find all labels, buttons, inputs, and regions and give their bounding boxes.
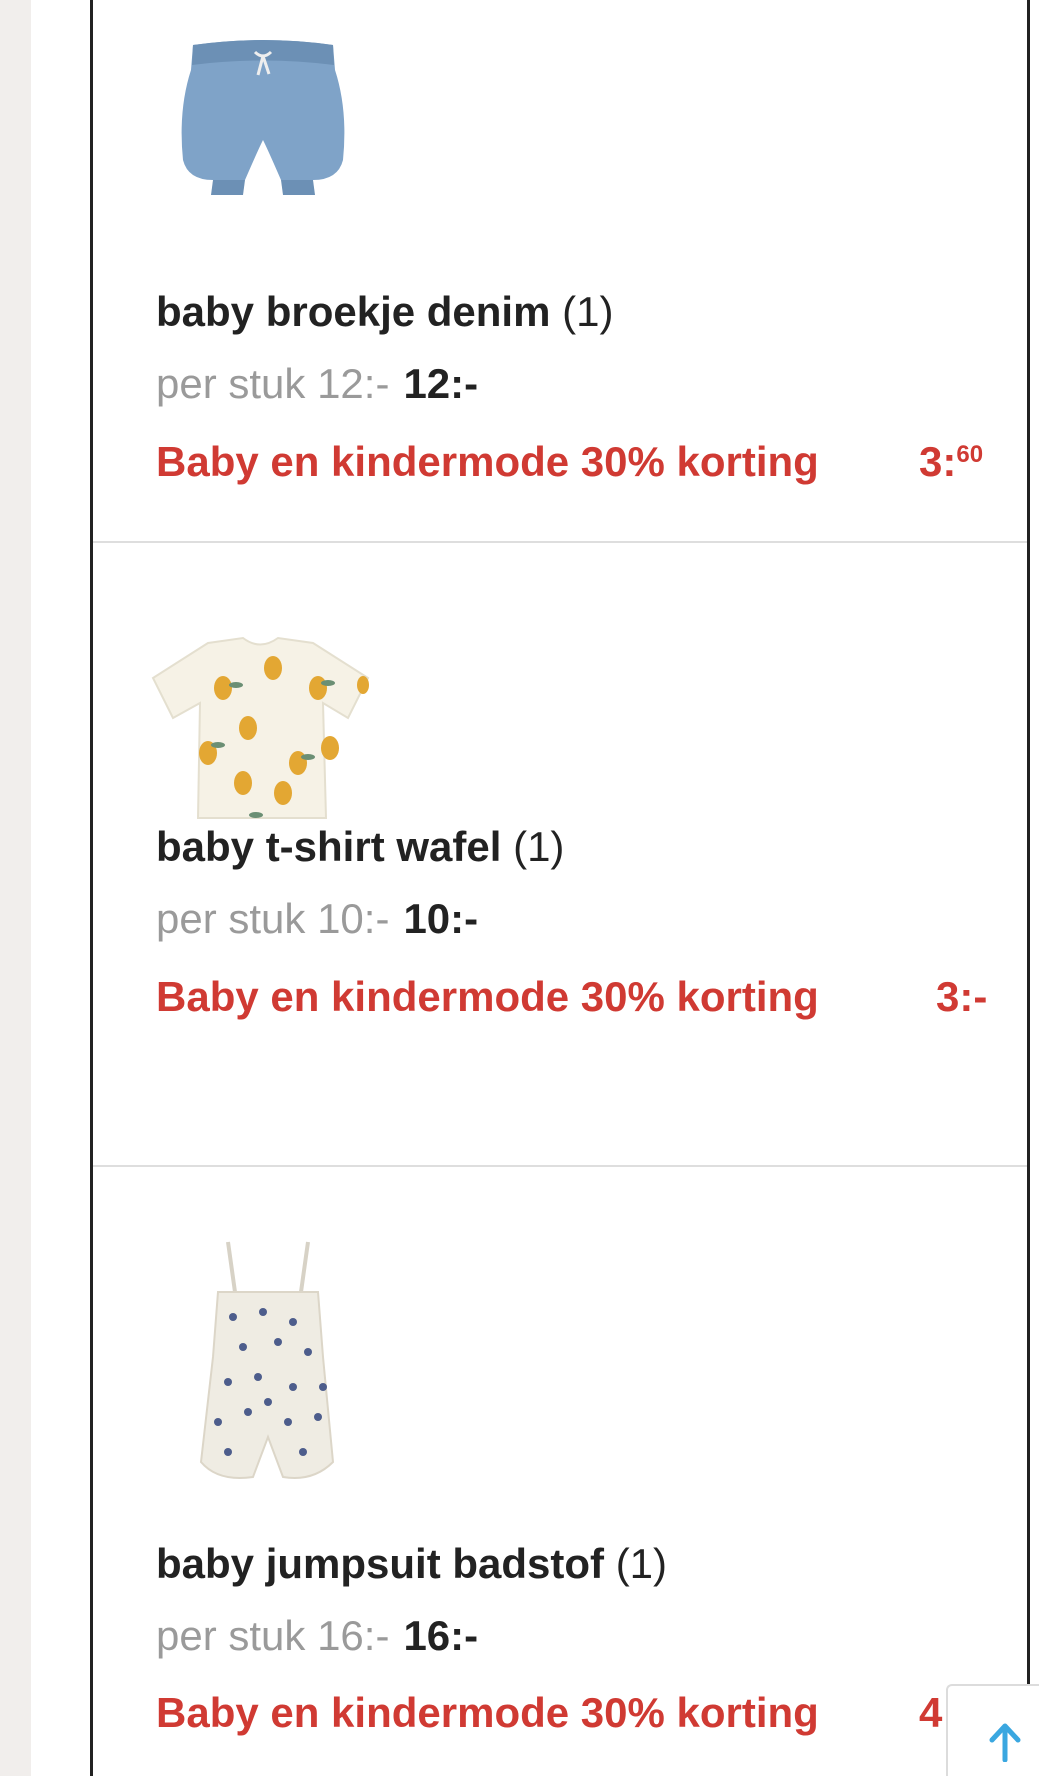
item-total-price: 16:-	[403, 1612, 479, 1659]
discount-amount: 3:60	[919, 438, 984, 485]
jumpsuit-image	[199, 1241, 335, 1479]
discount-label: Baby en kindermode 30% korting	[156, 1689, 819, 1736]
item-name: baby jumpsuit badstof (1)	[156, 1540, 668, 1587]
receipt-item: baby jumpsuit badstof (1) per stuk 16:- 1…	[93, 1167, 1027, 1776]
discount-amount: 3:-	[936, 973, 988, 1020]
scroll-to-top-button[interactable]	[946, 1684, 1039, 1776]
item-name: baby t-shirt wafel (1)	[156, 823, 565, 870]
discount-label: Baby en kindermode 30% korting	[156, 438, 819, 485]
item-total-price: 12:-	[403, 360, 479, 407]
item-unit-price: per stuk 12:- 12:-	[156, 360, 479, 407]
denim-shorts-image	[181, 40, 345, 195]
item-unit-price: per stuk 16:- 16:-	[156, 1612, 479, 1659]
item-total-price: 10:-	[403, 895, 479, 942]
item-unit-price: per stuk 10:- 10:-	[156, 895, 479, 942]
receipt-item: baby t-shirt wafel (1) per stuk 10:- 10:-…	[93, 543, 1027, 1167]
discount-amount: 4	[919, 1689, 943, 1736]
tshirt-image	[151, 636, 370, 819]
receipt-panel: baby broekje denim (1) per stuk 12:- 12:-…	[90, 0, 1030, 1776]
arrow-up-icon	[989, 1723, 1021, 1762]
item-name: baby broekje denim (1)	[156, 288, 614, 335]
discount-label: Baby en kindermode 30% korting	[156, 973, 819, 1020]
page-left-gutter	[0, 0, 31, 1776]
receipt-item: baby broekje denim (1) per stuk 12:- 12:-…	[93, 0, 1027, 543]
